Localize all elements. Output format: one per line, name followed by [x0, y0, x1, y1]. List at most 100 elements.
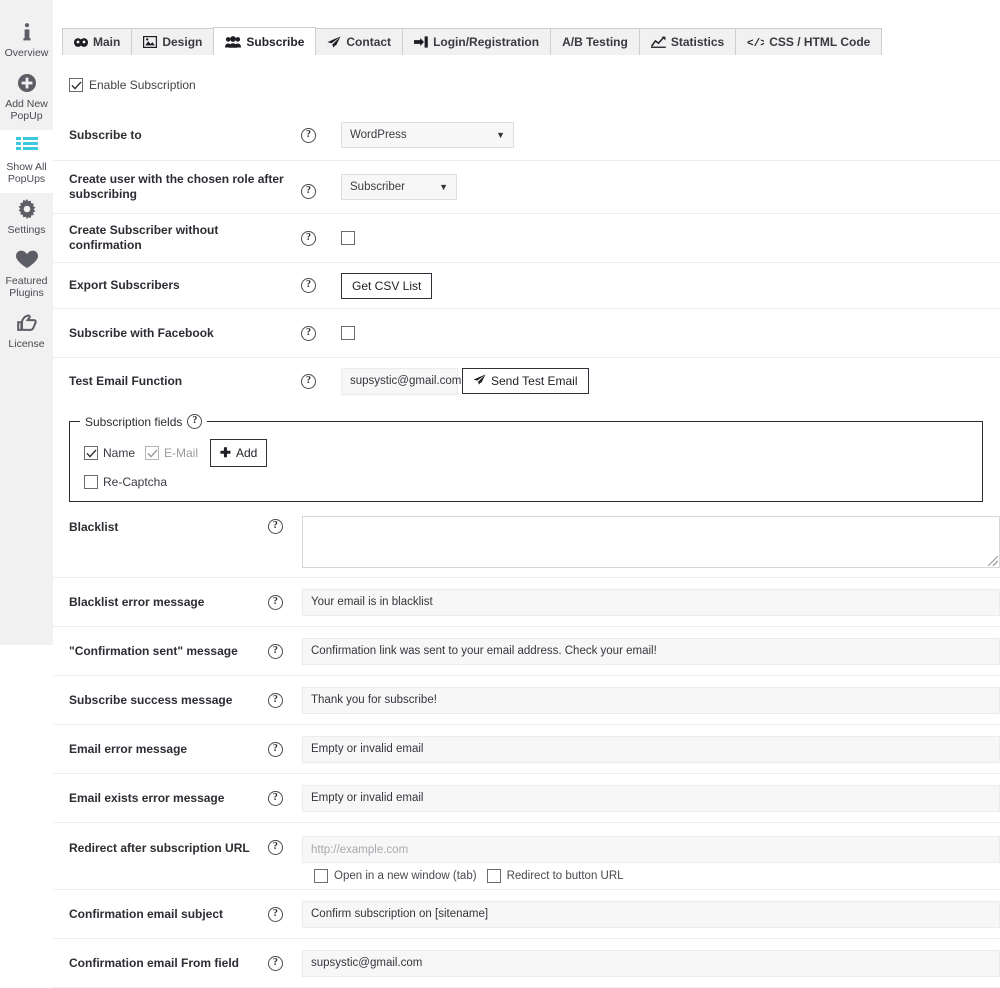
blacklist-error-input[interactable]: Your email is in blacklist — [302, 588, 1000, 616]
plus-circle-icon — [2, 73, 51, 95]
test-email-value: supsystic@gmail.com — [350, 375, 462, 387]
get-csv-list-button[interactable]: Get CSV List — [341, 272, 433, 299]
send-icon — [327, 36, 341, 48]
enable-subscription-checkbox[interactable] — [69, 78, 83, 92]
signin-icon — [414, 36, 428, 48]
resize-grip-icon[interactable] — [988, 556, 998, 566]
subscription-fields-legend-text: Subscription fields — [85, 414, 183, 429]
confirm-subject-label: Confirmation email subject — [69, 906, 224, 921]
users-icon — [225, 35, 242, 48]
sidebar-item-license[interactable]: License — [0, 307, 53, 358]
blacklist-label: Blacklist — [69, 520, 119, 534]
list-icon — [2, 136, 51, 158]
subscribe-to-label: Subscribe to — [69, 127, 142, 142]
blacklist-textarea[interactable] — [302, 516, 1000, 568]
redirect-button-url-label: Redirect to button URL — [506, 870, 624, 882]
tab-statistics[interactable]: Statistics — [638, 28, 737, 55]
get-csv-list-label: Get CSV List — [352, 278, 422, 293]
sidebar-item-overview[interactable]: Overview — [0, 0, 53, 67]
sidebar-item-settings[interactable]: Settings — [0, 193, 53, 244]
tab-label: CSS / HTML Code — [769, 35, 871, 49]
field-name[interactable]: Name — [84, 446, 135, 460]
row-blacklist: Blacklist ? — [53, 502, 1000, 578]
confirm-subject-input[interactable]: Confirm subscription on [sitename] — [302, 900, 1000, 928]
row-confirm-from: Confirmation email From field ? supsysti… — [53, 939, 1000, 988]
help-icon[interactable]: ? — [301, 325, 316, 341]
help-icon[interactable]: ? — [267, 955, 283, 971]
subscribe-to-value: WordPress — [350, 129, 407, 141]
create-user-role-select[interactable]: Subscriber ▼ — [341, 174, 457, 200]
subscribe-facebook-label: Subscribe with Facebook — [69, 325, 214, 340]
field-name-checkbox[interactable] — [84, 446, 98, 460]
help-icon[interactable]: ? — [267, 692, 283, 708]
help-icon[interactable]: ? — [301, 184, 316, 199]
tab-login-registration[interactable]: Login/Registration — [402, 28, 552, 55]
tab-contact[interactable]: Contact — [315, 28, 404, 55]
tab-design[interactable]: Design — [131, 28, 215, 55]
confirm-from-label: Confirmation email From field — [69, 955, 240, 970]
confirm-from-input[interactable]: supsystic@gmail.com — [302, 949, 1000, 977]
help-icon[interactable]: ? — [267, 906, 283, 922]
tab-css-html-code[interactable]: </> CSS / HTML Code — [735, 28, 883, 55]
sidebar-item-add-new-popup[interactable]: Add New PopUp — [0, 67, 53, 130]
field-recaptcha[interactable]: Re-Captcha — [84, 475, 167, 489]
help-icon[interactable]: ? — [267, 741, 283, 757]
subscribe-success-label: Subscribe success message — [69, 692, 233, 707]
email-error-value: Empty or invalid email — [311, 743, 424, 755]
tab-subscribe[interactable]: Subscribe — [213, 27, 317, 55]
tab-label: Main — [93, 35, 121, 49]
help-icon[interactable]: ? — [301, 230, 316, 246]
sidebar-item-featured-plugins[interactable]: Featured Plugins — [0, 244, 53, 307]
row-email-error: Email error message ? Empty or invalid e… — [53, 725, 1000, 774]
open-new-window-label: Open in a new window (tab) — [334, 870, 477, 882]
confirmation-sent-label: "Confirmation sent" message — [69, 643, 238, 658]
help-icon[interactable]: ? — [301, 127, 316, 143]
redirect-url-input[interactable]: http://example.com — [302, 836, 1000, 863]
email-exists-error-input[interactable]: Empty or invalid email — [302, 784, 1000, 812]
help-icon[interactable]: ? — [267, 594, 283, 610]
redirect-options-row: Open in a new window (tab) Redirect to b… — [302, 863, 624, 883]
enable-subscription-row: Enable Subscription — [53, 68, 1000, 92]
redirect-url-placeholder: http://example.com — [311, 843, 409, 856]
confirmation-sent-value: Confirmation link was sent to your email… — [311, 645, 657, 657]
tab-main[interactable]: Main — [62, 28, 133, 55]
confirm-subject-value: Confirm subscription on [sitename] — [311, 908, 489, 920]
subscribe-to-select[interactable]: WordPress ▼ — [341, 122, 514, 148]
sidebar-item-label: Settings — [7, 224, 46, 236]
help-icon[interactable]: ? — [301, 373, 316, 389]
help-icon[interactable]: ? — [267, 840, 283, 855]
tab-ab-testing[interactable]: A/B Testing — [550, 28, 640, 55]
tab-label: Subscribe — [246, 34, 305, 49]
sidebar-item-show-all-popups[interactable]: Show All PopUps — [0, 130, 53, 193]
help-icon[interactable]: ? — [267, 790, 283, 806]
tab-label: Contact — [346, 35, 392, 49]
test-email-input[interactable]: supsystic@gmail.com — [341, 367, 462, 395]
send-test-email-button[interactable]: Send Test Email — [462, 368, 589, 394]
row-test-email: Test Email Function ? supsystic@gmail.co… — [53, 358, 1000, 404]
thumbs-up-icon — [2, 313, 51, 335]
help-icon[interactable]: ? — [267, 519, 283, 534]
mask-icon — [74, 37, 88, 48]
send-test-email-label: Send Test Email — [491, 374, 578, 388]
field-recaptcha-label: Re-Captcha — [103, 475, 168, 489]
redirect-button-url-checkbox[interactable] — [486, 869, 501, 883]
row-create-subscriber-no-confirm: Create Subscriber without confirmation ? — [53, 214, 1000, 263]
tab-label: Design — [162, 35, 203, 49]
open-new-window-checkbox[interactable] — [314, 869, 328, 883]
subscribe-settings-form: Enable Subscription Subscribe to ? WordP… — [53, 68, 1000, 988]
email-error-input[interactable]: Empty or invalid email — [302, 735, 1000, 763]
email-error-label: Email error message — [69, 741, 188, 756]
subscribe-facebook-checkbox[interactable] — [341, 326, 355, 340]
subscribe-success-input[interactable]: Thank you for subscribe! — [302, 686, 1000, 714]
help-icon[interactable]: ? — [267, 643, 283, 659]
sidebar-item-label: Add New PopUp — [5, 98, 48, 122]
help-icon[interactable]: ? — [301, 278, 316, 293]
add-field-button[interactable]: ✚ Add — [210, 439, 268, 467]
help-icon[interactable]: ? — [187, 414, 203, 429]
send-icon — [473, 374, 486, 388]
blacklist-error-label: Blacklist error message — [69, 594, 205, 609]
field-recaptcha-checkbox[interactable] — [84, 475, 98, 489]
create-subscriber-no-confirm-checkbox[interactable] — [341, 231, 355, 245]
confirmation-sent-input[interactable]: Confirmation link was sent to your email… — [302, 637, 1000, 665]
subscribe-success-value: Thank you for subscribe! — [311, 694, 437, 706]
